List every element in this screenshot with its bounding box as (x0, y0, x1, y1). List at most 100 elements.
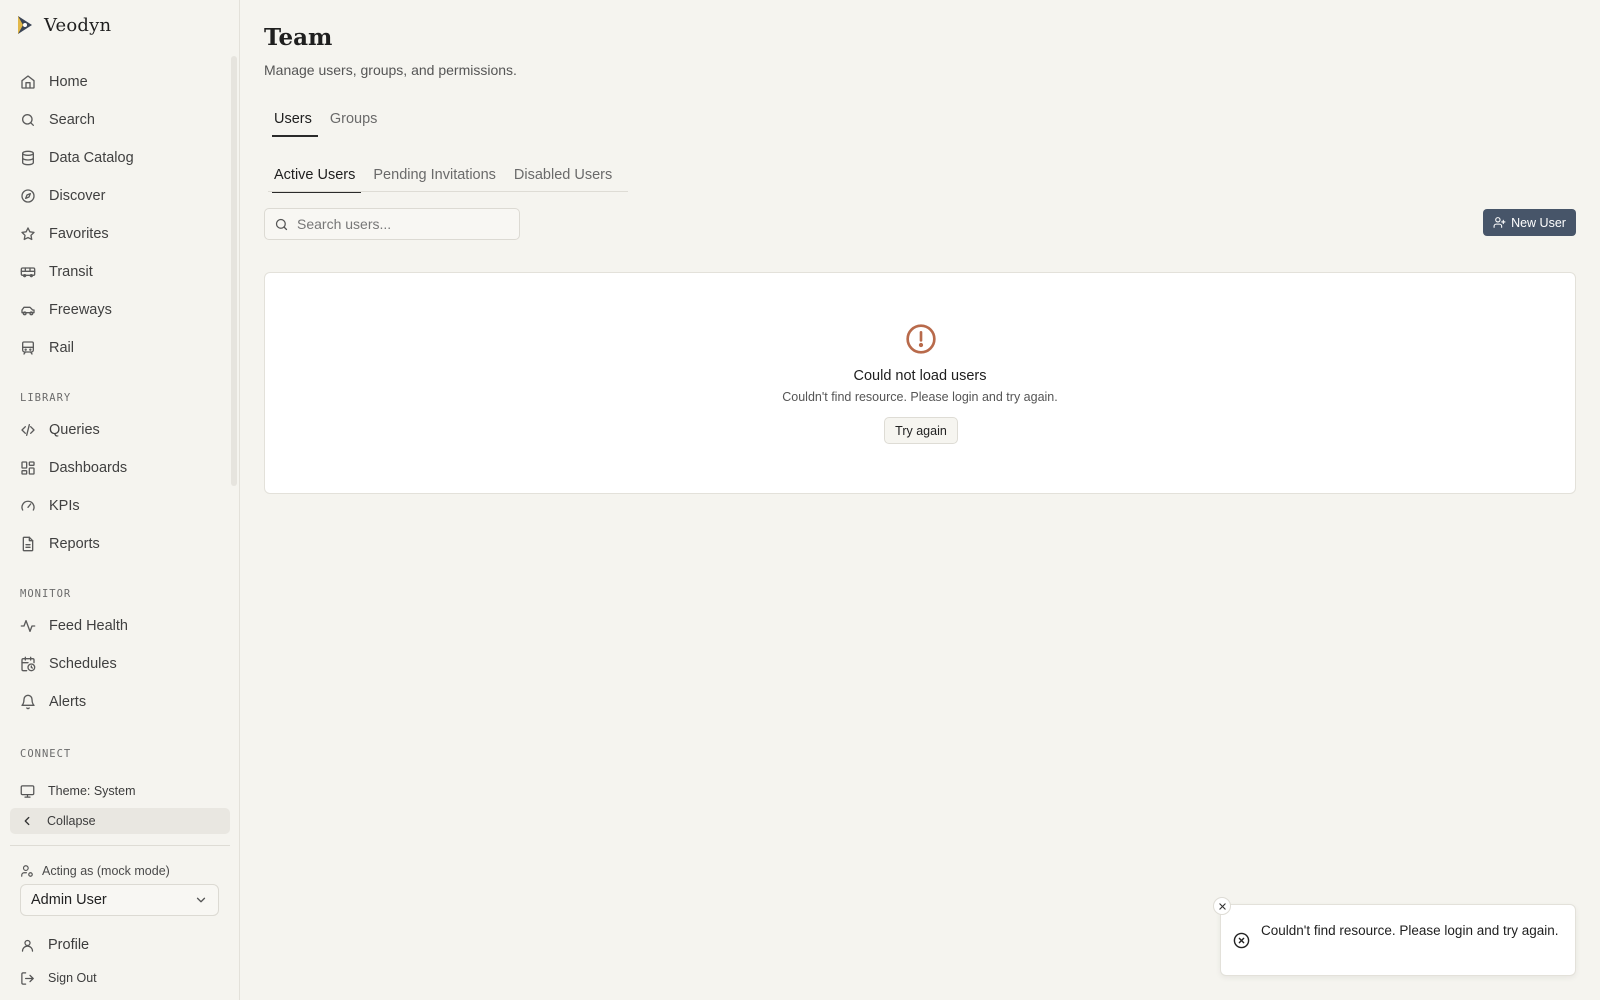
home-icon (21, 75, 35, 89)
nav-item-dashboards[interactable]: Dashboards (10, 449, 230, 487)
search-box[interactable] (264, 208, 520, 240)
search-input[interactable] (297, 216, 507, 232)
user-plus-icon (1493, 217, 1506, 228)
acting-as: Acting as (mock mode) (20, 864, 170, 878)
nav-item-feed-health[interactable]: Feed Health (10, 607, 230, 645)
calendar-clock-icon (21, 656, 36, 672)
acting-as-label: Acting as (mock mode) (42, 864, 170, 878)
dashboard-icon (21, 461, 35, 475)
nav-item-discover[interactable]: Discover (10, 177, 230, 215)
sidebar-divider (10, 845, 230, 846)
nav-item-label: Freeways (49, 302, 112, 318)
monitor-nav: Feed Health Schedules Alerts (10, 607, 230, 721)
nav-item-schedules[interactable]: Schedules (10, 645, 230, 683)
toast-close-button[interactable] (1213, 897, 1231, 915)
nav-item-label: Feed Health (49, 618, 128, 634)
profile-label: Profile (48, 937, 90, 953)
database-icon (22, 150, 34, 166)
sidebar-scrollbar[interactable] (231, 56, 237, 486)
tab-disabled-users[interactable]: Disabled Users (508, 167, 618, 191)
sidebar: Veodyn Home Search Data Catalog Discover… (0, 0, 240, 1000)
nav-item-queries[interactable]: Queries (10, 411, 230, 449)
star-icon (21, 227, 35, 241)
bell-icon (21, 694, 35, 710)
nav-item-reports[interactable]: Reports (10, 525, 230, 563)
acting-user-value: Admin User (31, 892, 107, 908)
sub-tabs: Active Users Pending Invitations Disable… (268, 167, 624, 193)
monitor-icon (20, 784, 35, 798)
toast-message: Couldn't find resource. Please login and… (1261, 923, 1559, 938)
sign-out-link[interactable]: Sign Out (10, 965, 230, 991)
search-icon (22, 114, 34, 126)
library-nav: Queries Dashboards KPIs Reports (10, 411, 230, 563)
nav-item-kpis[interactable]: KPIs (10, 487, 230, 525)
chevron-down-icon (196, 897, 206, 903)
sign-out-label: Sign Out (48, 971, 97, 985)
nav-item-rail[interactable]: Rail (10, 329, 230, 367)
chevron-left-icon (24, 816, 30, 826)
nav-item-label: Favorites (49, 226, 109, 242)
car-icon (21, 306, 35, 316)
page-title: Team (264, 24, 333, 51)
section-title-connect: CONNECT (20, 748, 72, 760)
nav-item-label: Home (49, 74, 88, 90)
bus-icon (20, 267, 36, 278)
nav-item-label: Transit (49, 264, 93, 280)
compass-icon (21, 189, 35, 203)
collapse-button[interactable]: Collapse (10, 808, 230, 834)
theme-label: Theme: System (48, 784, 136, 798)
nav-item-freeways[interactable]: Freeways (10, 291, 230, 329)
nav-item-label: Reports (49, 536, 100, 552)
logo-icon (18, 16, 32, 34)
error-toast: Couldn't find resource. Please login and… (1213, 897, 1576, 976)
brand-name: Veodyn (44, 14, 112, 36)
nav-item-transit[interactable]: Transit (10, 253, 230, 291)
log-out-icon (21, 971, 34, 985)
users-error-card: Could not load users Couldn't find resou… (264, 272, 1576, 494)
collapse-label: Collapse (47, 814, 96, 828)
brand[interactable]: Veodyn (14, 14, 111, 36)
nav-item-home[interactable]: Home (10, 63, 230, 101)
nav-item-label: Search (49, 112, 95, 128)
nav-item-label: Dashboards (49, 460, 128, 476)
nav-item-label: Schedules (49, 656, 117, 672)
report-icon (22, 536, 34, 552)
new-user-label: New User (1511, 215, 1566, 230)
tab-pending-invitations[interactable]: Pending Invitations (367, 167, 502, 191)
section-title-monitor: MONITOR (20, 588, 72, 600)
top-tabs: Users Groups (268, 111, 389, 137)
gauge-icon (21, 500, 35, 511)
new-user-button[interactable]: New User (1483, 209, 1576, 236)
nav-item-alerts[interactable]: Alerts (10, 683, 230, 721)
page-subtitle: Manage users, groups, and permissions. (264, 62, 517, 78)
profile-link[interactable]: Profile (10, 931, 230, 959)
nav-item-label: KPIs (49, 498, 80, 514)
alert-circle-icon (906, 324, 936, 354)
tab-groups[interactable]: Groups (324, 111, 384, 135)
nav-item-label: Discover (49, 188, 106, 204)
sub-tabs-divider (268, 191, 628, 192)
close-icon (1218, 902, 1226, 910)
nav-item-data-catalog[interactable]: Data Catalog (10, 139, 230, 177)
error-title: Could not load users (853, 368, 987, 384)
nav-item-label: Alerts (49, 694, 87, 710)
nav-item-search[interactable]: Search (10, 101, 230, 139)
try-again-button[interactable]: Try again (884, 417, 958, 444)
user-cog-icon (21, 865, 33, 877)
section-title-library: LIBRARY (20, 392, 72, 404)
nav-item-label: Rail (49, 340, 74, 356)
train-icon (22, 341, 34, 355)
nav-item-favorites[interactable]: Favorites (10, 215, 230, 253)
nav-item-label: Queries (49, 422, 100, 438)
theme-toggle[interactable]: Theme: System (10, 778, 230, 804)
search-icon (275, 218, 288, 230)
nav-item-label: Data Catalog (49, 150, 134, 166)
error-message: Couldn't find resource. Please login and… (782, 390, 1058, 404)
tab-active-users[interactable]: Active Users (268, 167, 362, 193)
tab-users[interactable]: Users (268, 111, 318, 137)
main-nav: Home Search Data Catalog Discover Favori… (10, 63, 230, 367)
x-circle-icon (1233, 932, 1250, 949)
acting-user-select[interactable]: Admin User (20, 884, 219, 916)
code-icon (21, 424, 35, 436)
activity-icon (20, 620, 36, 632)
